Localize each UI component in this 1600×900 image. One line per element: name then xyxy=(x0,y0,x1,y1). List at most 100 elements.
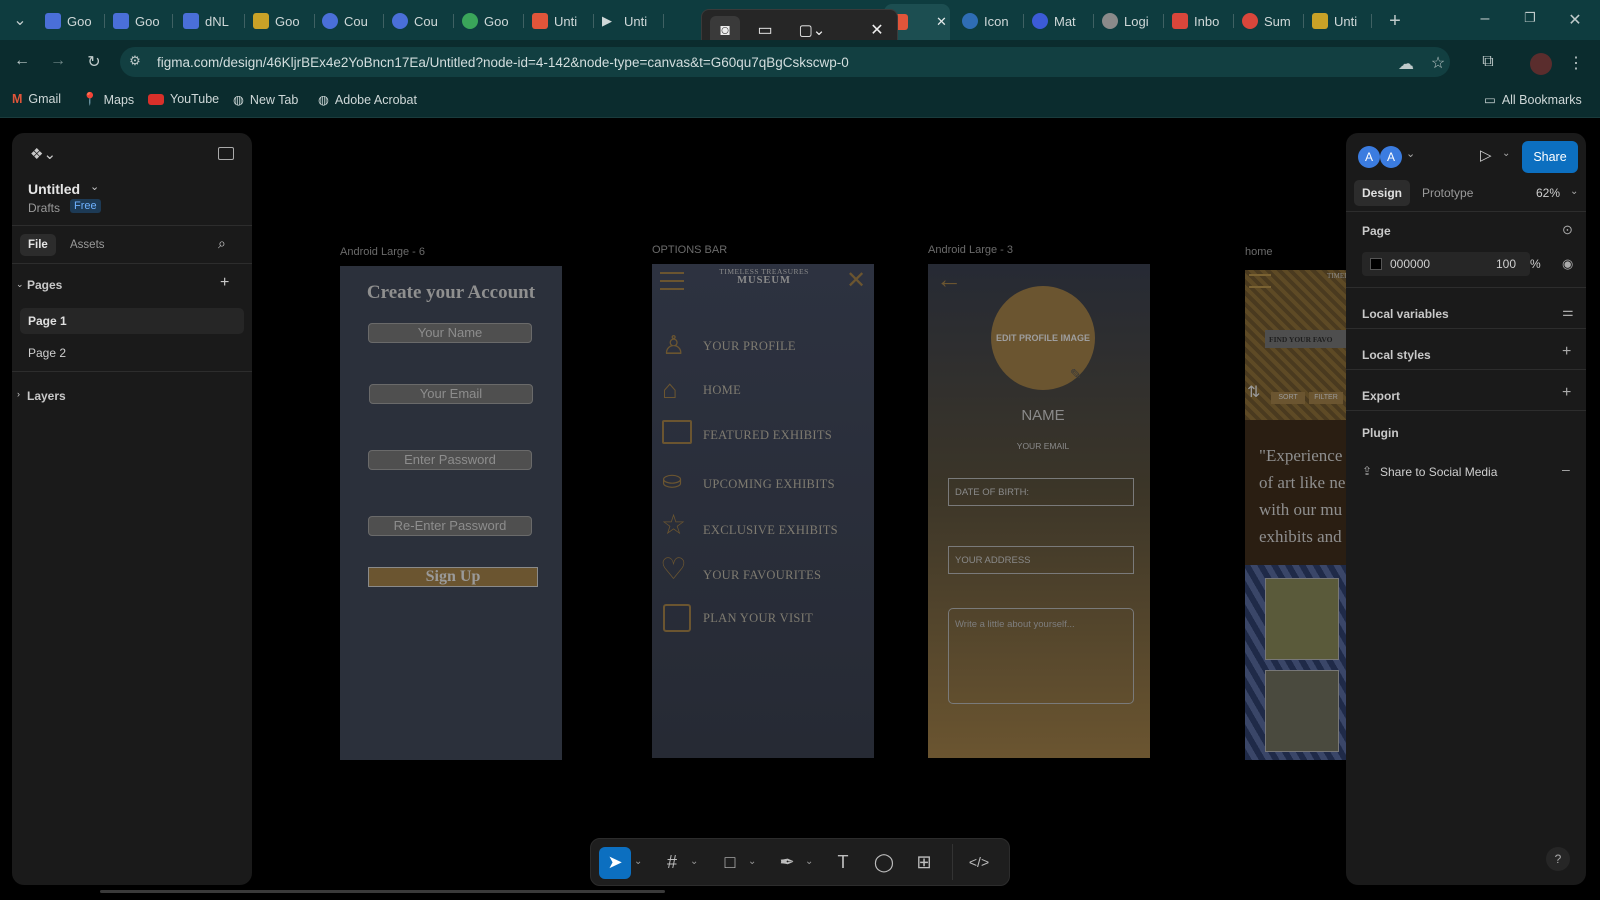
url-text[interactable]: figma.com/design/46KljrBEx4e2YoBncn17Ea/… xyxy=(157,55,849,70)
browser-tab[interactable]: Mat xyxy=(1032,8,1094,34)
tab-design[interactable]: Design xyxy=(1354,180,1411,206)
dob-field[interactable]: DATE OF BIRTH: xyxy=(948,478,1134,506)
page-item-2[interactable]: Page 2 xyxy=(28,346,66,360)
sign-up-button[interactable]: Sign Up xyxy=(368,567,538,587)
frame-tool-icon[interactable]: # xyxy=(660,850,684,874)
site-info-icon[interactable]: ⚙ xyxy=(126,53,144,69)
sort-button[interactable]: SORT xyxy=(1271,392,1305,404)
page-item-1[interactable]: Page 1 xyxy=(28,314,67,328)
bookmark-acrobat[interactable]: ◍ Adobe Acrobat xyxy=(318,92,417,108)
bookmark-star-icon[interactable]: ☆ xyxy=(1428,53,1448,73)
browser-tab[interactable]: Icon xyxy=(962,8,1024,34)
close-menu-icon[interactable]: ✕ xyxy=(846,266,866,295)
help-button[interactable]: ? xyxy=(1546,847,1570,871)
local-styles[interactable]: Local styles xyxy=(1362,348,1431,362)
browser-tab[interactable]: Goo xyxy=(45,8,105,34)
menu-item-upcoming[interactable]: UPCOMING EXHIBITS xyxy=(703,477,835,492)
fill-hex[interactable]: 000000 xyxy=(1390,257,1430,271)
search-icon[interactable]: ⌕ xyxy=(218,235,226,252)
browser-tab[interactable]: Cou xyxy=(392,8,454,34)
browser-tab[interactable]: Unti xyxy=(532,8,594,34)
close-window-icon[interactable]: ✕ xyxy=(1565,10,1585,30)
about-textarea[interactable]: Write a little about yourself... xyxy=(948,608,1134,704)
menu-item-profile[interactable]: YOUR PROFILE xyxy=(703,339,796,354)
browser-tab[interactable]: Unti xyxy=(1312,8,1372,34)
pages-chevron-icon[interactable]: ⌄ xyxy=(16,279,24,290)
collaborator-avatar[interactable]: A xyxy=(1380,146,1402,168)
menu-item-plan-visit[interactable]: PLAN YOUR VISIT xyxy=(703,611,813,626)
extensions-icon[interactable]: ⧉ xyxy=(1478,53,1498,71)
tab-file[interactable]: File xyxy=(20,234,56,256)
shape-tool-chevron-icon[interactable]: ⌄ xyxy=(748,856,756,867)
hamburger-icon[interactable] xyxy=(660,272,684,290)
restore-icon[interactable]: ❐ xyxy=(1520,10,1540,26)
sidebar-toggle-icon[interactable] xyxy=(218,147,234,160)
search-bar[interactable]: FIND YOUR FAVO xyxy=(1265,330,1346,348)
browser-tab[interactable]: Cou xyxy=(322,8,384,34)
new-tab-icon[interactable]: + xyxy=(1385,10,1405,33)
shape-tool-icon[interactable]: □ xyxy=(718,850,742,874)
browser-tab[interactable]: Goo xyxy=(253,8,315,34)
bookmark-gmail[interactable]: M Gmail xyxy=(12,92,61,106)
avatars-chevron-icon[interactable]: ⌄ xyxy=(1406,147,1415,160)
frame-profile[interactable]: ← EDIT PROFILE IMAGE ✎ NAME YOUR EMAIL D… xyxy=(928,264,1150,758)
browser-tab[interactable]: Goo xyxy=(462,8,524,34)
drafts-label[interactable]: Drafts xyxy=(28,201,60,215)
close-tab-icon[interactable]: ✕ xyxy=(936,14,947,30)
present-chevron-icon[interactable]: ⌄ xyxy=(1502,148,1510,159)
bookmark-newtab[interactable]: ◍ New Tab xyxy=(233,92,298,108)
menu-item-exclusive[interactable]: EXCLUSIVE EXHIBITS xyxy=(703,523,838,538)
canvas-scrollbar[interactable] xyxy=(100,890,665,893)
remove-plugin-icon[interactable]: – xyxy=(1562,461,1570,477)
frame-home[interactable]: TIMELESS FIND YOUR FAVO ⇅ SORT FILTER "E… xyxy=(1245,270,1346,760)
name-field[interactable]: Your Name xyxy=(368,323,532,343)
pages-heading[interactable]: Pages xyxy=(27,278,62,292)
edit-icon[interactable]: ✎ xyxy=(1070,366,1082,383)
menu-kebab-icon[interactable]: ⋮ xyxy=(1568,53,1584,73)
frame-create-account[interactable]: Create your Account Your Name Your Email… xyxy=(340,266,562,760)
sort-arrows-icon[interactable]: ⇅ xyxy=(1247,382,1260,402)
move-tool-chevron-icon[interactable]: ⌄ xyxy=(634,856,642,867)
tab-prototype[interactable]: Prototype xyxy=(1422,186,1473,200)
tab-search-icon[interactable]: ⌄ xyxy=(10,10,30,30)
variables-icon[interactable]: ⚌ xyxy=(1562,304,1574,320)
menu-item-favourites[interactable]: YOUR FAVOURITES xyxy=(703,568,821,583)
present-play-icon[interactable]: ▷ xyxy=(1480,146,1492,164)
browser-tab[interactable]: Inbo xyxy=(1172,8,1234,34)
collaborator-avatar[interactable]: A xyxy=(1358,146,1380,168)
add-export-icon[interactable]: + xyxy=(1562,384,1571,402)
browser-tab[interactable]: Logi xyxy=(1102,8,1164,34)
install-app-icon[interactable]: ☁ xyxy=(1396,54,1416,74)
add-page-icon[interactable]: + xyxy=(220,274,229,292)
forward-icon[interactable]: → xyxy=(48,52,68,70)
figma-menu-icon[interactable]: ❖⌄ xyxy=(30,145,56,163)
add-style-icon[interactable]: + xyxy=(1562,343,1571,361)
pen-tool-icon[interactable]: ✒ xyxy=(775,850,799,874)
password-field[interactable]: Enter Password xyxy=(368,450,532,470)
zoom-level[interactable]: 62% xyxy=(1536,186,1560,200)
hamburger-icon[interactable] xyxy=(1249,274,1271,288)
menu-item-featured[interactable]: FEATURED EXHIBITS xyxy=(703,428,832,443)
layers-heading[interactable]: Layers xyxy=(27,389,66,403)
all-bookmarks[interactable]: ▭ All Bookmarks xyxy=(1484,92,1582,108)
dev-mode-icon[interactable]: </> xyxy=(962,850,996,874)
zoom-chevron-icon[interactable]: ⌄ xyxy=(1570,186,1578,197)
local-variables[interactable]: Local variables xyxy=(1362,307,1449,321)
browser-tab[interactable]: ▶ Unti xyxy=(602,8,664,34)
layers-chevron-icon[interactable]: › xyxy=(17,389,20,399)
file-menu-chevron-icon[interactable]: ⌄ xyxy=(90,180,99,193)
file-name[interactable]: Untitled xyxy=(28,181,80,197)
tab-assets[interactable]: Assets xyxy=(70,239,105,251)
back-icon[interactable]: ← xyxy=(12,52,32,70)
bookmark-maps[interactable]: 📍 Maps xyxy=(82,92,134,107)
browser-tab[interactable]: Goo xyxy=(113,8,173,34)
fill-opacity[interactable]: 100 xyxy=(1496,257,1516,271)
frame-name[interactable]: Android Large - 3 xyxy=(928,244,1013,256)
reenter-password-field[interactable]: Re-Enter Password xyxy=(368,516,532,536)
address-field[interactable]: YOUR ADDRESS xyxy=(948,546,1134,574)
reload-icon[interactable]: ↻ xyxy=(84,52,104,72)
minimize-icon[interactable]: – xyxy=(1475,10,1495,28)
email-field[interactable]: Your Email xyxy=(369,384,533,404)
fill-swatch[interactable] xyxy=(1370,258,1382,270)
profile-avatar[interactable] xyxy=(1530,53,1552,75)
